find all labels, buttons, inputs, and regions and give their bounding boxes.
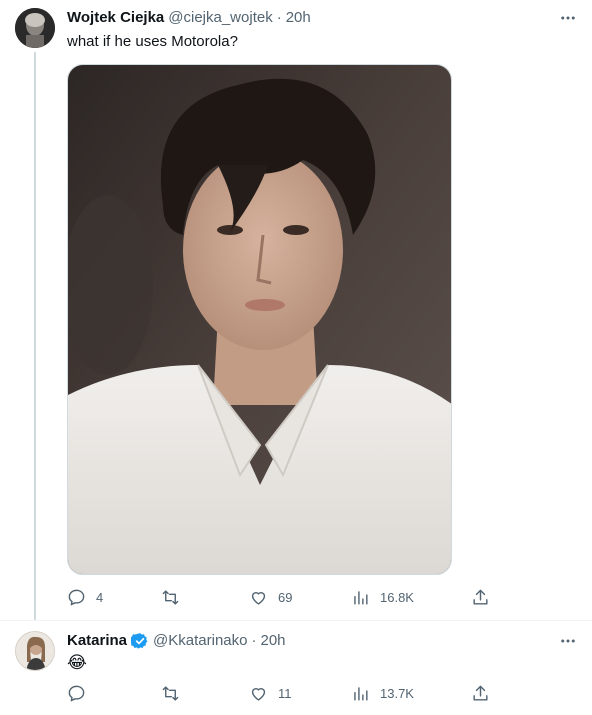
user-handle[interactable]: @Kkatarinako [153,631,247,651]
more-icon[interactable] [556,631,580,651]
views-button[interactable]: 16.8K [351,587,414,607]
reply-icon [68,589,85,605]
reply-icon [68,685,85,701]
timestamp[interactable]: 20h [260,631,285,651]
retweet-icon [162,685,179,701]
tweet-actions: 11 13.7K [67,683,507,703]
separator-dot: · [276,9,282,26]
display-name[interactable]: Wojtek Ciejka [67,8,164,28]
more-icon[interactable] [556,8,580,28]
tweet-text: what if he uses Motorola? [67,33,238,50]
avatar[interactable] [15,631,55,671]
like-button[interactable]: 69 [249,587,292,607]
share-icon [473,589,488,605]
like-count: 69 [278,589,293,605]
views-icon [354,686,368,701]
avatar[interactable] [15,8,55,48]
retweet-button[interactable] [161,587,190,607]
share-button[interactable] [471,587,490,607]
tweet-header: Katarina @Kkatarinako · 20h [67,631,286,651]
retweet-button[interactable] [161,683,190,703]
thread-connector-line [34,52,36,620]
tweet-media-photo[interactable] [67,64,452,575]
views-button[interactable]: 13.7K [351,683,414,703]
share-button[interactable] [471,683,490,703]
like-button[interactable]: 11 [249,683,292,703]
like-icon [251,687,266,701]
retweet-icon [162,589,179,605]
separator-dot: · [251,632,257,649]
like-count: 11 [278,685,292,701]
views-icon [354,590,368,605]
reply-button[interactable] [67,683,96,703]
user-handle[interactable]: @ciejka_wojtek [168,8,272,28]
reply-count: 4 [96,589,104,605]
tweet-actions: 4 69 16.8K [67,587,507,607]
tweet[interactable]: Wojtek Ciejka @ciejka_wojtek · 20h what … [0,0,592,620]
display-name[interactable]: Katarina [67,631,127,651]
share-icon [473,685,488,701]
like-icon [251,591,266,605]
views-count: 16.8K [380,589,414,605]
reply-button[interactable]: 4 [67,587,103,607]
timestamp[interactable]: 20h [286,8,311,28]
verified-badge-icon [131,633,148,649]
tweet-header: Wojtek Ciejka @ciejka_wojtek · 20h [67,8,311,28]
tweet-text: 😂 [67,653,87,672]
views-count: 13.7K [380,685,414,701]
